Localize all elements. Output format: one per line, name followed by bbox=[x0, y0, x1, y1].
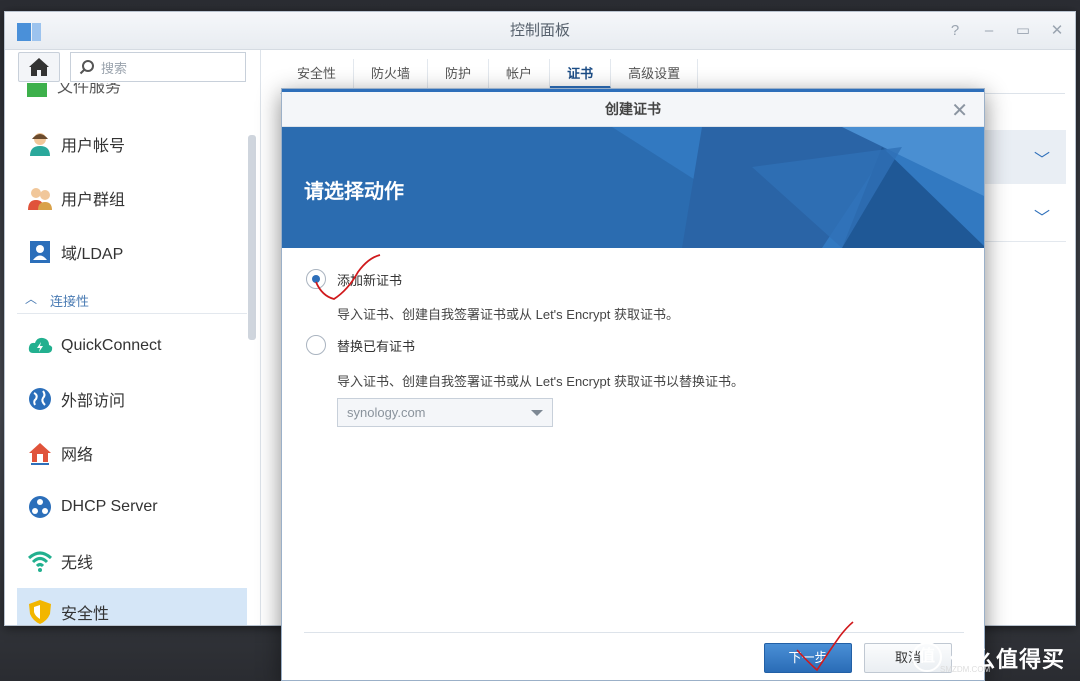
radio-replace[interactable] bbox=[306, 335, 326, 355]
option-replace-description: 导入证书、创建自我签署证书或从 Let's Encrypt 获取证书以替换证书。 bbox=[337, 374, 744, 389]
dialog-title: 创建证书 bbox=[605, 101, 661, 117]
sidebar-item-user-accounts[interactable]: 用户帐号 bbox=[17, 121, 247, 167]
globe-icon bbox=[27, 386, 53, 412]
option-add-new-label: 添加新证书 bbox=[337, 273, 403, 288]
sidebar-item-external-access[interactable]: 外部访问 bbox=[17, 376, 247, 422]
option-add-new-description: 导入证书、创建自我签署证书或从 Let's Encrypt 获取证书。 bbox=[337, 307, 679, 322]
footer-divider bbox=[304, 632, 964, 633]
home-button[interactable] bbox=[18, 52, 60, 82]
banner-heading: 请选择动作 bbox=[304, 181, 404, 203]
watermark-url: SMZDM.COM bbox=[940, 665, 991, 674]
sidebar-item-user-groups[interactable]: 用户群组 bbox=[17, 175, 247, 221]
dhcp-icon bbox=[27, 494, 53, 520]
chevron-down-icon: ﹀ bbox=[1033, 152, 1050, 169]
search-box[interactable] bbox=[70, 52, 246, 82]
sidebar-item-dhcp-server[interactable]: DHCP Server bbox=[17, 484, 247, 530]
sidebar-item-security[interactable]: 安全性 bbox=[17, 588, 247, 625]
section-header-connectivity[interactable]: ︿ 连接性 bbox=[17, 286, 247, 314]
quickconnect-icon bbox=[27, 333, 53, 359]
watermark-logo: 值 bbox=[912, 642, 942, 672]
dropdown-arrow-icon bbox=[531, 410, 543, 416]
file-services-icon bbox=[27, 83, 47, 97]
chevron-down-icon: ﹀ bbox=[1033, 210, 1050, 227]
close-icon[interactable]: ✕ bbox=[951, 98, 968, 123]
sidebar-item-wireless[interactable]: 无线 bbox=[17, 538, 247, 584]
sidebar-item-network[interactable]: 网络 bbox=[17, 430, 247, 476]
search-icon bbox=[79, 60, 94, 75]
ldap-icon bbox=[27, 239, 53, 265]
tab-security[interactable]: 安全性 bbox=[280, 59, 355, 89]
tab-protection[interactable]: 防护 bbox=[428, 59, 490, 89]
minimize-button[interactable]: – bbox=[979, 21, 999, 41]
certificate-row-1[interactable]: ﹀ bbox=[982, 130, 1066, 184]
chevron-up-icon: ︿ bbox=[25, 292, 38, 306]
home-icon bbox=[29, 58, 49, 76]
user-icon bbox=[27, 131, 53, 157]
dialog-header[interactable]: 创建证书 ✕ bbox=[282, 92, 984, 127]
help-button[interactable]: ? bbox=[945, 21, 965, 41]
tab-advanced[interactable]: 高级设置 bbox=[611, 59, 699, 89]
window-titlebar[interactable]: 控制面板 ? – ▭ ✕ bbox=[5, 12, 1075, 50]
sidebar-item-quickconnect[interactable]: QuickConnect bbox=[17, 323, 247, 369]
close-window-button[interactable]: ✕ bbox=[1047, 21, 1067, 41]
network-home-icon bbox=[27, 440, 53, 466]
create-certificate-dialog: 创建证书 ✕ 请选择动作 添加新证书 导入证书、创建自我签署证书或从 Let's… bbox=[281, 88, 985, 681]
sidebar: 文件服务 用户帐号 用户群组 bbox=[5, 50, 261, 625]
shield-icon bbox=[27, 599, 53, 625]
group-icon bbox=[27, 185, 53, 211]
radio-add-new[interactable] bbox=[306, 269, 326, 289]
sidebar-item-domain-ldap[interactable]: 域/LDAP bbox=[17, 229, 247, 275]
next-button[interactable]: 下一步 bbox=[764, 643, 852, 673]
option-replace-label: 替换已有证书 bbox=[337, 339, 416, 354]
wifi-icon bbox=[27, 548, 53, 574]
window-title: 控制面板 bbox=[509, 22, 570, 39]
sidebar-item-file-services[interactable]: 文件服务 bbox=[27, 83, 127, 97]
search-input[interactable] bbox=[101, 58, 241, 78]
certificate-select[interactable]: synology.com bbox=[337, 398, 553, 427]
dialog-banner: 请选择动作 bbox=[282, 127, 984, 248]
certificate-select-value: synology.com bbox=[347, 405, 426, 420]
sidebar-scrollbar[interactable] bbox=[248, 135, 256, 340]
site-watermark: 值 什么值得买 SMZDM.COM bbox=[912, 640, 1072, 676]
tab-account[interactable]: 帐户 bbox=[489, 59, 551, 89]
tab-firewall[interactable]: 防火墙 bbox=[354, 59, 429, 89]
tab-certificate[interactable]: 证书 bbox=[550, 59, 612, 89]
certificate-row-2[interactable]: ﹀ bbox=[982, 188, 1066, 242]
maximize-button[interactable]: ▭ bbox=[1013, 21, 1033, 41]
